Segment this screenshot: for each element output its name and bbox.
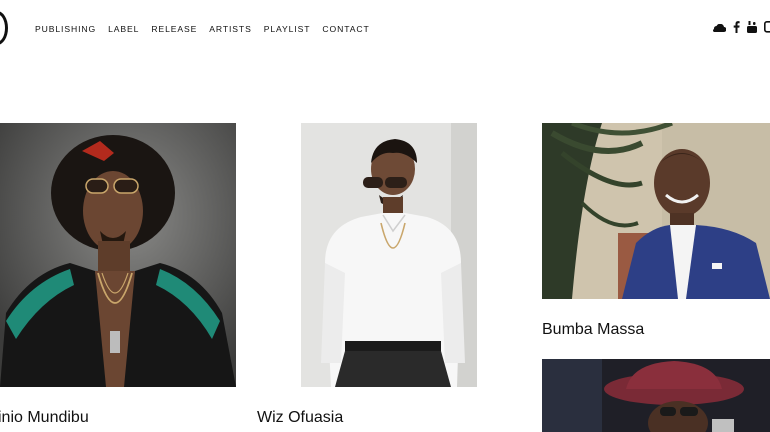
nav-artists[interactable]: ARTISTS [209,23,251,35]
nav-playlist[interactable]: PLAYLIST [264,23,311,35]
nav-publishing[interactable]: PUBLISHING [35,23,96,35]
artist-name[interactable]: Bumba Massa [542,321,644,339]
artist-photo[interactable] [0,123,236,387]
youtube-icon[interactable] [747,20,757,38]
soundcloud-icon[interactable] [711,20,727,38]
facebook-icon[interactable] [733,20,740,38]
site-logo[interactable] [0,11,8,45]
nav-contact[interactable]: CONTACT [322,23,369,35]
main-nav: PUBLISHING LABEL RELEASE ARTISTS PLAYLIS… [35,23,382,35]
instagram-icon[interactable] [764,20,770,38]
artist-photo[interactable] [542,359,770,432]
artist-photo[interactable] [301,123,477,387]
social-links [711,20,770,38]
artist-name[interactable]: inio Mundibu [0,409,89,427]
nav-release[interactable]: RELEASE [151,23,197,35]
artist-photo[interactable] [542,123,770,299]
nav-label[interactable]: LABEL [108,23,139,35]
artist-name[interactable]: Wiz Ofuasia [257,409,343,427]
